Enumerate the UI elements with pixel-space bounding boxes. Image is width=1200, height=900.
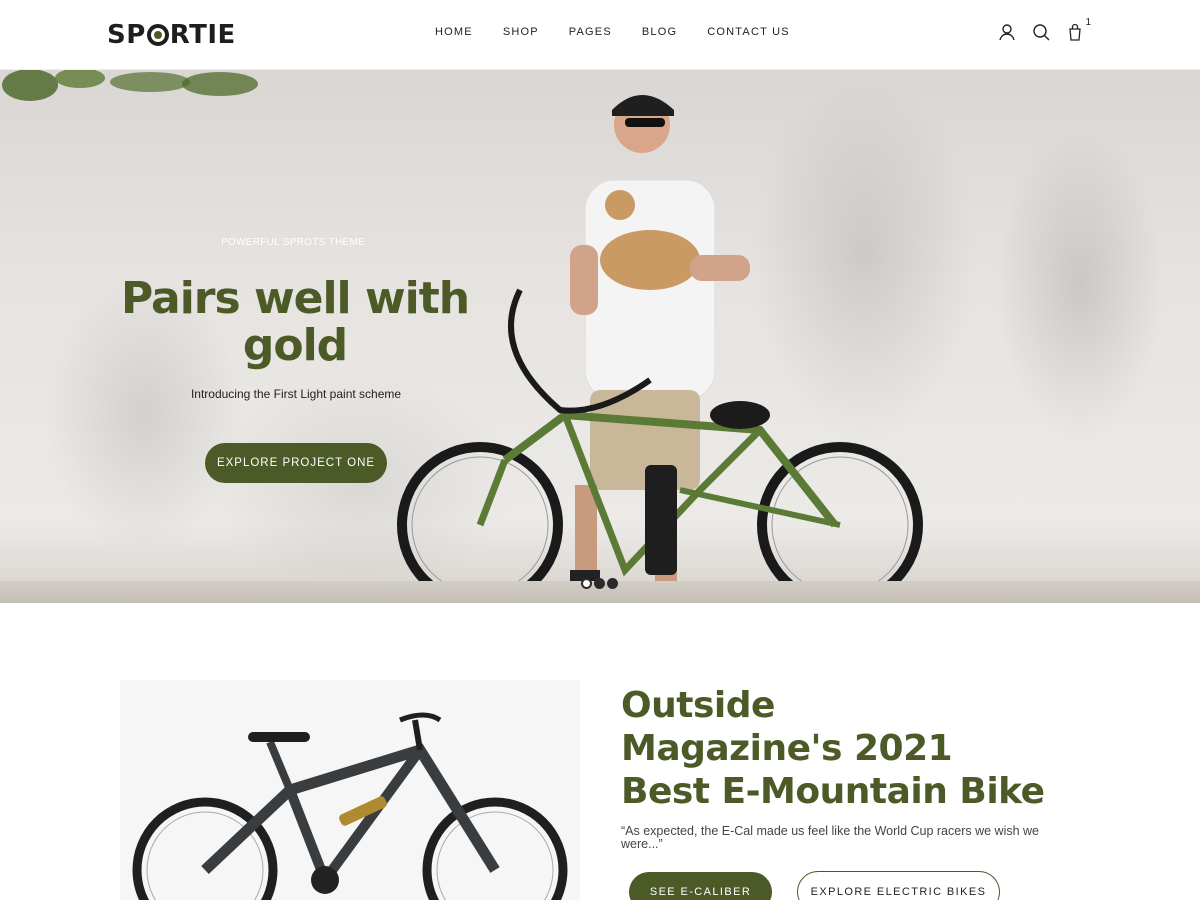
leaves-decoration bbox=[2, 70, 258, 101]
hero-title: Pairs well with gold bbox=[120, 273, 470, 371]
slider-dot-2[interactable] bbox=[594, 578, 605, 589]
cart-count-badge: 1 bbox=[1085, 17, 1091, 28]
feature-title-line-3: Best E-Mountain Bike bbox=[621, 771, 1045, 812]
explore-project-button[interactable]: EXPLORE PROJECT ONE bbox=[205, 443, 387, 483]
hero-eyebrow: POWERFUL SPROTS THEME bbox=[220, 237, 366, 248]
main-nav: HOME SHOP PAGES BLOG CONTACT US bbox=[420, 26, 805, 38]
slider-dot-3[interactable] bbox=[607, 578, 618, 589]
header-icons: 1 bbox=[983, 17, 1091, 42]
feature-title-line-2: Magazine's 2021 bbox=[621, 728, 953, 769]
logo-text-suffix: RTIE bbox=[169, 20, 236, 50]
see-e-caliber-button[interactable]: SEE E-CALIBER bbox=[629, 872, 772, 900]
search-icon[interactable] bbox=[1031, 22, 1051, 42]
user-icon[interactable] bbox=[997, 22, 1017, 42]
mountain-bike-illustration bbox=[132, 712, 568, 900]
site-header: SP RTIE HOME SHOP PAGES BLOG CONTACT US … bbox=[0, 0, 1200, 70]
nav-blog[interactable]: BLOG bbox=[642, 26, 677, 38]
feature-quote: “As expected, the E-Cal made us feel lik… bbox=[621, 824, 1040, 851]
bag-icon[interactable]: 1 bbox=[1065, 17, 1091, 42]
logo-text-prefix: SP bbox=[107, 20, 146, 50]
nav-home[interactable]: HOME bbox=[435, 26, 473, 38]
mountain-bike-image bbox=[120, 680, 580, 900]
hero-subtitle: Introducing the First Light paint scheme bbox=[190, 387, 402, 401]
feature-title: Outside Magazine's 2021 Best E-Mountain … bbox=[621, 684, 1081, 813]
explore-electric-bikes-button[interactable]: EXPLORE ELECTRIC BIKES bbox=[797, 871, 1000, 900]
slider-dot-1[interactable] bbox=[581, 578, 592, 589]
nav-contact[interactable]: CONTACT US bbox=[707, 26, 790, 38]
feature-title-line-1: Outside bbox=[621, 685, 775, 726]
slider-dots bbox=[581, 578, 620, 589]
logo-wheel-icon bbox=[146, 24, 169, 46]
nav-pages[interactable]: PAGES bbox=[569, 26, 612, 38]
nav-shop[interactable]: SHOP bbox=[503, 26, 539, 38]
logo[interactable]: SP RTIE bbox=[107, 19, 236, 51]
